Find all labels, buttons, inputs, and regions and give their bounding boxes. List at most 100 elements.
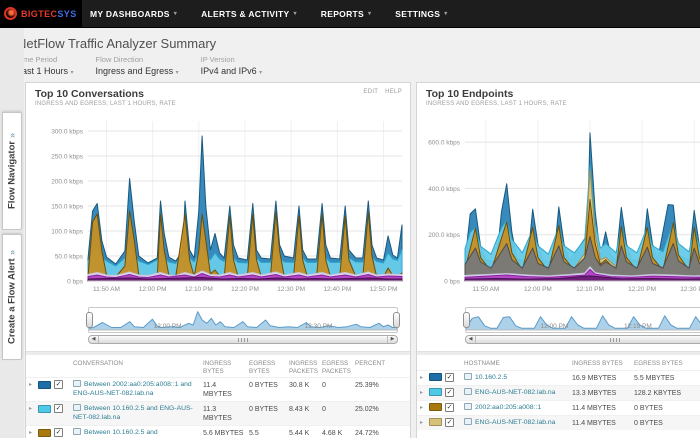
scrubber-left-handle[interactable] (86, 312, 93, 328)
table-row: ▸✓2002:aa0:205:a008::111.4 Mbytes0 bytes (417, 400, 700, 415)
conversations-scrollbar[interactable]: ◀ ▶ (88, 335, 398, 344)
row-link[interactable]: 10.160.2.5 (475, 374, 507, 381)
scroll-left-icon[interactable]: ◀ (89, 336, 99, 343)
row-color-swatch (429, 418, 442, 426)
scroll-right-icon[interactable]: ▶ (387, 336, 397, 343)
column-header: PERCENT (355, 360, 391, 368)
help-link[interactable]: HELP (385, 89, 402, 95)
filter-value-time-period[interactable]: Last 1 Hours ▾ (17, 66, 74, 76)
side-tab-flow-navigator[interactable]: Flow Navigator» (2, 112, 22, 230)
row-checkbox[interactable]: ✓ (54, 428, 63, 437)
scrubber-right-handle[interactable] (393, 312, 400, 328)
svg-text:12:10 PM: 12:10 PM (576, 286, 604, 293)
panel-title: Top 10 Endpoints (426, 88, 694, 100)
filter-time-period: Time Period Last 1 Hours ▾ (17, 55, 74, 76)
scrollbar-grip[interactable] (238, 338, 248, 342)
scroll-left-icon[interactable]: ◀ (466, 336, 476, 343)
svg-text:11:50 AM: 11:50 AM (472, 286, 499, 293)
row-value-cell: 24.72% (355, 428, 391, 438)
row-checkbox[interactable]: ✓ (54, 380, 63, 389)
panel-top10-conversations: Top 10 Conversations INGRESS AND EGRESS,… (25, 82, 411, 438)
row-label-cell: ENG-AUS-NET-082.lab.na (464, 388, 572, 398)
row-label-cell: Between 2002:aa0:205:a008::1 and ENG-AUS… (73, 380, 203, 398)
host-icon (464, 373, 472, 380)
row-value-cell: 0 bytes (249, 380, 289, 390)
row-expander-icon[interactable]: ▸ (420, 374, 429, 381)
panel-links: EDIT HELP (358, 89, 402, 95)
row-expander-icon[interactable]: ▸ (29, 429, 38, 436)
table-row: ▸✓10.160.2.516.9 Mbytes5.5 Mbytes (417, 370, 700, 385)
filter-label: Time Period (17, 55, 74, 64)
row-checkbox[interactable]: ✓ (445, 418, 454, 427)
row-link[interactable]: ENG-AUS-NET-082.lab.na (475, 419, 555, 426)
table-row: ▸✓Between 2002:aa0:205:a008::1 and ENG-A… (26, 377, 410, 401)
section-divider (417, 351, 700, 355)
edit-link[interactable]: EDIT (363, 89, 378, 95)
scrollbar-grip[interactable] (610, 338, 620, 342)
row-checkbox[interactable]: ✓ (445, 373, 454, 382)
row-label-cell: ENG-AUS-NET-082.lab.na (464, 418, 572, 428)
column-header: EGRESS BYTES (634, 360, 700, 368)
row-value-cell: 11.4 Mbytes (572, 418, 634, 428)
svg-text:0 bps: 0 bps (67, 279, 84, 286)
row-expander-icon[interactable]: ▸ (29, 381, 38, 388)
svg-text:200.0 kbps: 200.0 kbps (51, 179, 84, 186)
row-link[interactable]: 2002:aa0:205:a008::1 (475, 404, 541, 411)
column-header: INGRESS BYTES (572, 360, 634, 368)
row-link[interactable]: Between 2002:aa0:205:a008::1 and ENG-AUS… (73, 381, 192, 397)
brand-logo[interactable]: BIGTEC SYS (0, 0, 82, 28)
left-rail: Flow Navigator» Create a Flow Alert» (0, 28, 24, 438)
menu-reports[interactable]: REPORTS▾ (321, 9, 372, 19)
side-tab-create-flow-alert[interactable]: Create a Flow Alert» (2, 234, 22, 360)
menu-my-dashboards[interactable]: MY DASHBOARDS▾ (90, 9, 177, 19)
row-checkbox[interactable]: ✓ (445, 388, 454, 397)
svg-text:200.0 kbps: 200.0 kbps (428, 232, 461, 239)
endpoints-time-scrubber[interactable]: 12:00 PM12:15 PM (465, 307, 700, 333)
row-link[interactable]: Between 10.160.2.5 and 10.199.250.1 (73, 429, 158, 438)
row-expander-icon[interactable]: ▸ (420, 389, 429, 396)
row-expander-icon[interactable]: ▸ (420, 404, 429, 411)
filter-label: IP Version (201, 55, 263, 64)
row-color-swatch (429, 373, 442, 381)
side-tab-label: Flow Navigator (7, 141, 18, 209)
row-expander-icon[interactable]: ▸ (29, 405, 38, 412)
chevron-down-icon: ▾ (174, 10, 177, 17)
svg-text:12:30 PM: 12:30 PM (277, 286, 305, 293)
row-value-cell: 11.3 Mbytes (203, 404, 249, 423)
row-value-cell: 0 bytes (634, 418, 700, 428)
host-icon (464, 418, 472, 425)
row-expander-icon[interactable]: ▸ (420, 419, 429, 426)
endpoints-scrollbar[interactable]: ◀ ▶ (465, 335, 700, 344)
row-value-cell: 5.6 Mbytes (203, 428, 249, 438)
row-value-cell: 25.02% (355, 404, 391, 414)
row-checkbox[interactable]: ✓ (445, 403, 454, 412)
scrubber-left-handle[interactable] (463, 312, 470, 328)
conversations-time-scrubber[interactable]: 12:00 PM12:30 PM (88, 307, 398, 333)
row-link[interactable]: Between 10.160.2.5 and ENG-AUS-NET-082.l… (73, 405, 193, 421)
header-spacer (29, 360, 73, 361)
table-row: ▸✓ENG-AUS-NET-082.lab.na13.3 Mbytes128.2… (417, 385, 700, 400)
svg-text:12:10 PM: 12:10 PM (185, 286, 213, 293)
conversation-chart-icon (73, 404, 81, 411)
menu-settings[interactable]: SETTINGS▾ (395, 9, 447, 19)
row-link[interactable]: ENG-AUS-NET-082.lab.na (475, 389, 555, 396)
chevron-down-icon: ▾ (444, 10, 447, 17)
menu-alerts-activity[interactable]: ALERTS & ACTIVITY▾ (201, 9, 297, 19)
filter-value-ip-version[interactable]: IPv4 and IPv6 ▾ (201, 66, 263, 76)
row-value-cell: 0 (322, 380, 355, 390)
table-header-row: CONVERSATIONINGRESS BYTESEGRESS BYTESING… (26, 358, 410, 377)
conversations-table: CONVERSATIONINGRESS BYTESEGRESS BYTESING… (26, 358, 410, 438)
table-row: ▸ ✓ Between 10.160.2.5 and ENG-AUS-NET-082… (26, 401, 410, 425)
row-color-swatch (38, 381, 51, 389)
filter-label: Flow Direction (96, 55, 179, 64)
row-controls: ▸✓ (29, 428, 73, 437)
row-controls: ▸✓ (29, 380, 73, 389)
netflow-summary-page: BIGTEC SYS MY DASHBOARDS▾ ALERTS & ACTIVI… (0, 0, 700, 438)
svg-text:50.0 kbps: 50.0 kbps (55, 254, 84, 261)
endpoints-overview-chart: 12:00 PM12:15 PM (466, 308, 700, 334)
table-row: ▸ ✓ ENG-AUS-NET-082.lab.na 11.4 Mbytes0 byt… (417, 415, 700, 430)
svg-text:12:00 PM: 12:00 PM (524, 286, 552, 293)
row-value-cell: 128.2 kbytes (634, 388, 700, 398)
row-checkbox[interactable]: ✓ (54, 404, 63, 413)
filter-value-flow-direction[interactable]: Ingress and Egress ▾ (96, 66, 179, 76)
